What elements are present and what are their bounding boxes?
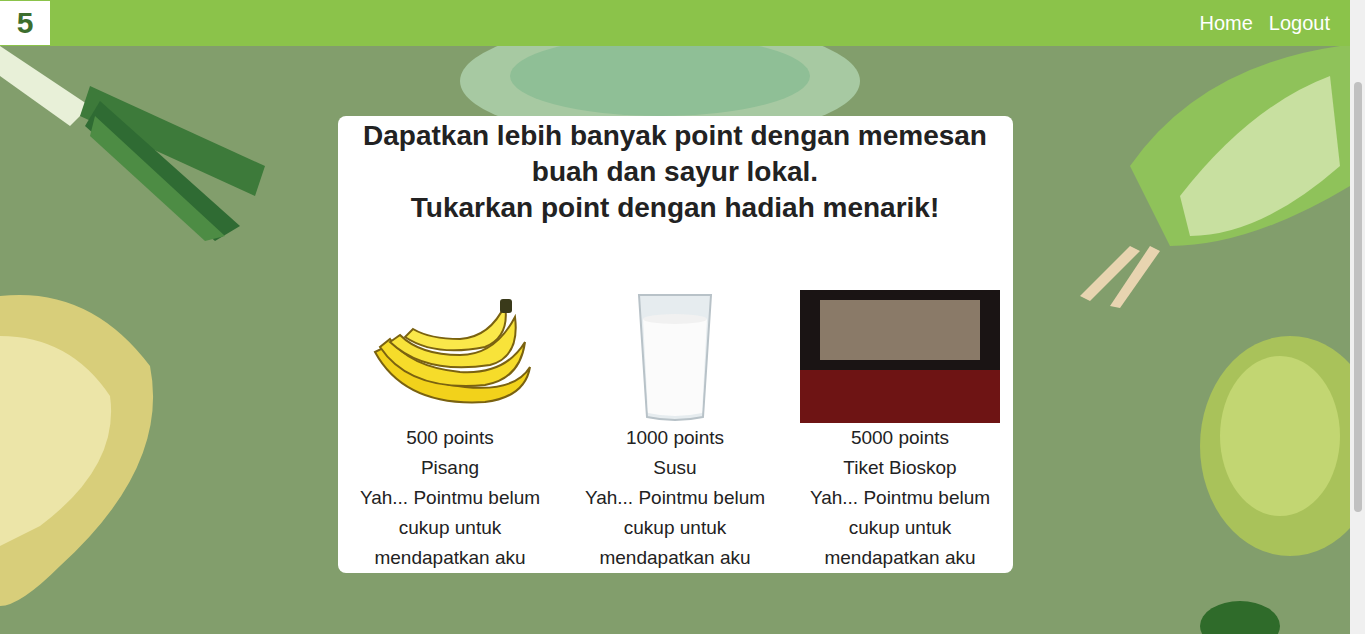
scrollbar-thumb[interactable] bbox=[1354, 82, 1362, 512]
scrollbar[interactable] bbox=[1350, 0, 1365, 634]
logo[interactable]: 5 bbox=[0, 1, 50, 45]
reward-message: Yah... Pointmu belum cukup untuk mendapa… bbox=[578, 483, 773, 573]
card-title: Dapatkan lebih banyak point dengan memes… bbox=[338, 116, 1013, 226]
reward-card: Dapatkan lebih banyak point dengan memes… bbox=[338, 116, 1013, 573]
banana-icon bbox=[365, 297, 535, 417]
reward-name: Tiket Bioskop bbox=[843, 453, 956, 483]
reward-message: Yah... Pointmu belum cukup untuk mendapa… bbox=[803, 483, 998, 573]
milk-glass-icon bbox=[635, 291, 715, 423]
reward-message: Yah... Pointmu belum cukup untuk mendapa… bbox=[353, 483, 548, 573]
reward-item: 1000 pointsSusuYah... Pointmu belum cuku… bbox=[563, 290, 788, 573]
navbar: 5 Home Logout bbox=[0, 0, 1350, 46]
nav-link[interactable]: Home bbox=[1199, 8, 1252, 38]
page: 5 Home Logout Dapatkan lebih banyak point d… bbox=[0, 0, 1365, 634]
reward-points: 1000 points bbox=[626, 423, 724, 453]
cinema-photo bbox=[800, 290, 1000, 423]
reward-name: Susu bbox=[653, 453, 696, 483]
reward-item: 5000 pointsTiket BioskopYah... Pointmu b… bbox=[788, 290, 1013, 573]
reward-grid: 500 pointsPisangYah... Pointmu belum cuk… bbox=[338, 290, 1013, 573]
reward-name: Pisang bbox=[421, 453, 479, 483]
reward-points: 5000 points bbox=[851, 423, 949, 453]
reward-points: 500 points bbox=[406, 423, 494, 453]
nav-link[interactable]: Logout bbox=[1269, 8, 1330, 38]
reward-item: 500 pointsPisangYah... Pointmu belum cuk… bbox=[338, 290, 563, 573]
main: Dapatkan lebih banyak point dengan memes… bbox=[0, 46, 1350, 634]
